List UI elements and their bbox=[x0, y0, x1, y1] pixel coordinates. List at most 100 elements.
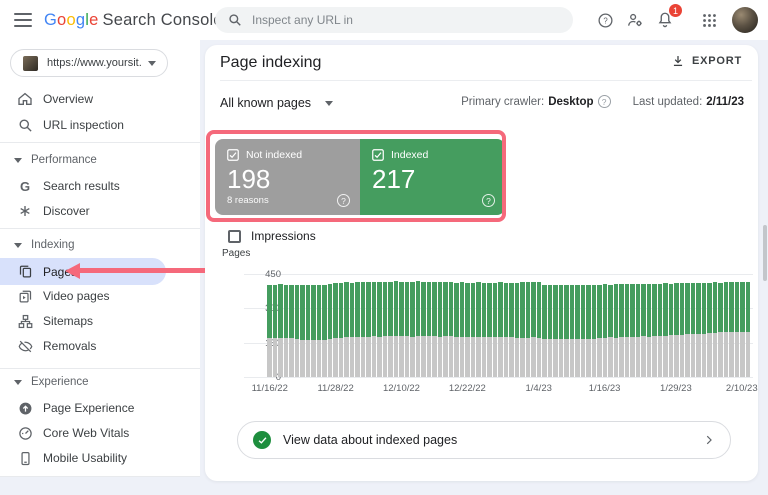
notifications-button[interactable]: 1 bbox=[650, 4, 682, 35]
manage-users-button[interactable] bbox=[620, 5, 650, 35]
chart-bar[interactable] bbox=[355, 274, 360, 377]
reasons-link[interactable]: 8 reasons bbox=[227, 195, 348, 206]
chart-bar[interactable] bbox=[569, 274, 574, 377]
chart-bar[interactable] bbox=[613, 274, 618, 377]
help-button[interactable]: ? bbox=[590, 5, 620, 35]
sidebar-item-removals[interactable]: Removals bbox=[0, 333, 200, 359]
sidebar-item-mobile-usability[interactable]: Mobile Usability bbox=[0, 445, 200, 471]
chart-bar[interactable] bbox=[723, 274, 728, 377]
chart-bar[interactable] bbox=[305, 274, 310, 377]
chart-bar[interactable] bbox=[300, 274, 305, 377]
url-inspect-searchbar[interactable] bbox=[215, 7, 573, 33]
section-performance[interactable]: Performance bbox=[14, 151, 97, 169]
chart-bar[interactable] bbox=[718, 274, 723, 377]
chart-bar[interactable] bbox=[349, 274, 354, 377]
chart-bar[interactable] bbox=[679, 274, 684, 377]
chart-bar[interactable] bbox=[382, 274, 387, 377]
chart-bar[interactable] bbox=[481, 274, 486, 377]
chart-bar[interactable] bbox=[437, 274, 442, 377]
chart-bar[interactable] bbox=[404, 274, 409, 377]
chart-bar[interactable] bbox=[377, 274, 382, 377]
chart-bar[interactable] bbox=[630, 274, 635, 377]
view-indexed-data-button[interactable]: View data about indexed pages bbox=[237, 421, 731, 459]
chart-bar[interactable] bbox=[558, 274, 563, 377]
chart-bar[interactable] bbox=[388, 274, 393, 377]
scrollbar-thumb[interactable] bbox=[763, 225, 767, 281]
chart-bar[interactable] bbox=[322, 274, 327, 377]
avatar[interactable] bbox=[732, 7, 758, 33]
chart-bar[interactable] bbox=[586, 274, 591, 377]
chart-bar[interactable] bbox=[536, 274, 541, 377]
chart-bar[interactable] bbox=[267, 274, 272, 377]
chart-bar[interactable] bbox=[696, 274, 701, 377]
chart-bar[interactable] bbox=[366, 274, 371, 377]
help-icon[interactable]: ? bbox=[482, 194, 495, 207]
chart-bar[interactable] bbox=[426, 274, 431, 377]
chart-bar[interactable] bbox=[547, 274, 552, 377]
chart-bar[interactable] bbox=[734, 274, 739, 377]
sidebar-item-search-results[interactable]: G Search results bbox=[0, 173, 200, 199]
app-logo[interactable]: Google Search Console bbox=[44, 11, 223, 30]
chart-bar[interactable] bbox=[316, 274, 321, 377]
sidebar-item-page-experience[interactable]: Page Experience bbox=[0, 395, 200, 421]
chart-bar[interactable] bbox=[371, 274, 376, 377]
chart-bar[interactable] bbox=[487, 274, 492, 377]
chart-bar[interactable] bbox=[289, 274, 294, 377]
sidebar-item-overview[interactable]: Overview bbox=[0, 86, 200, 112]
sidebar-item-url-inspection[interactable]: URL inspection bbox=[0, 112, 200, 138]
chart-bar[interactable] bbox=[685, 274, 690, 377]
help-icon[interactable]: ? bbox=[337, 194, 350, 207]
chart-bar[interactable] bbox=[520, 274, 525, 377]
chart-bar[interactable] bbox=[421, 274, 426, 377]
chart-bar[interactable] bbox=[360, 274, 365, 377]
chart-bar[interactable] bbox=[459, 274, 464, 377]
menu-icon[interactable] bbox=[14, 13, 32, 27]
page-filter-dropdown[interactable]: All known pages bbox=[220, 93, 334, 113]
chart-bar[interactable] bbox=[608, 274, 613, 377]
chart-bar[interactable] bbox=[278, 274, 283, 377]
chart-bar[interactable] bbox=[333, 274, 338, 377]
chart-bar[interactable] bbox=[498, 274, 503, 377]
chart-bar[interactable] bbox=[294, 274, 299, 377]
chart-bar[interactable] bbox=[432, 274, 437, 377]
chart-bar[interactable] bbox=[707, 274, 712, 377]
chart-bar[interactable] bbox=[492, 274, 497, 377]
section-indexing[interactable]: Indexing bbox=[14, 236, 74, 254]
chart-bar[interactable] bbox=[470, 274, 475, 377]
chart-bar[interactable] bbox=[465, 274, 470, 377]
chart-bar[interactable] bbox=[729, 274, 734, 377]
chart-bar[interactable] bbox=[553, 274, 558, 377]
chart-bar[interactable] bbox=[415, 274, 420, 377]
chart-bar[interactable] bbox=[542, 274, 547, 377]
sidebar-item-sitemaps[interactable]: Sitemaps bbox=[0, 308, 200, 334]
apps-grid-button[interactable] bbox=[694, 5, 724, 35]
chart-bar[interactable] bbox=[393, 274, 398, 377]
chart-bar[interactable] bbox=[531, 274, 536, 377]
chart-bar[interactable] bbox=[690, 274, 695, 377]
chart-bar[interactable] bbox=[476, 274, 481, 377]
chart-bar[interactable] bbox=[580, 274, 585, 377]
chart-bar[interactable] bbox=[448, 274, 453, 377]
chart-bar[interactable] bbox=[740, 274, 745, 377]
chart-bar[interactable] bbox=[745, 274, 750, 377]
chart-bar[interactable] bbox=[283, 274, 288, 377]
chart-bar[interactable] bbox=[657, 274, 662, 377]
chart-bar[interactable] bbox=[454, 274, 459, 377]
chart-bar[interactable] bbox=[591, 274, 596, 377]
chart-bar[interactable] bbox=[624, 274, 629, 377]
chart-bar[interactable] bbox=[338, 274, 343, 377]
chart-bar[interactable] bbox=[509, 274, 514, 377]
chart-bar[interactable] bbox=[327, 274, 332, 377]
section-experience[interactable]: Experience bbox=[14, 373, 89, 391]
chart-bar[interactable] bbox=[652, 274, 657, 377]
sidebar-item-video-pages[interactable]: Video pages bbox=[0, 283, 200, 309]
indexed-card[interactable]: Indexed 217 ? bbox=[360, 139, 505, 215]
chart-bar[interactable] bbox=[663, 274, 668, 377]
chart-bar[interactable] bbox=[641, 274, 646, 377]
chart-bar[interactable] bbox=[514, 274, 519, 377]
not-indexed-card[interactable]: Not indexed 198 8 reasons ? bbox=[215, 139, 360, 215]
chart-bar[interactable] bbox=[674, 274, 679, 377]
export-button[interactable]: EXPORT bbox=[671, 54, 742, 68]
unchecked-checkbox-icon[interactable] bbox=[228, 229, 241, 243]
chart-bar[interactable] bbox=[575, 274, 580, 377]
